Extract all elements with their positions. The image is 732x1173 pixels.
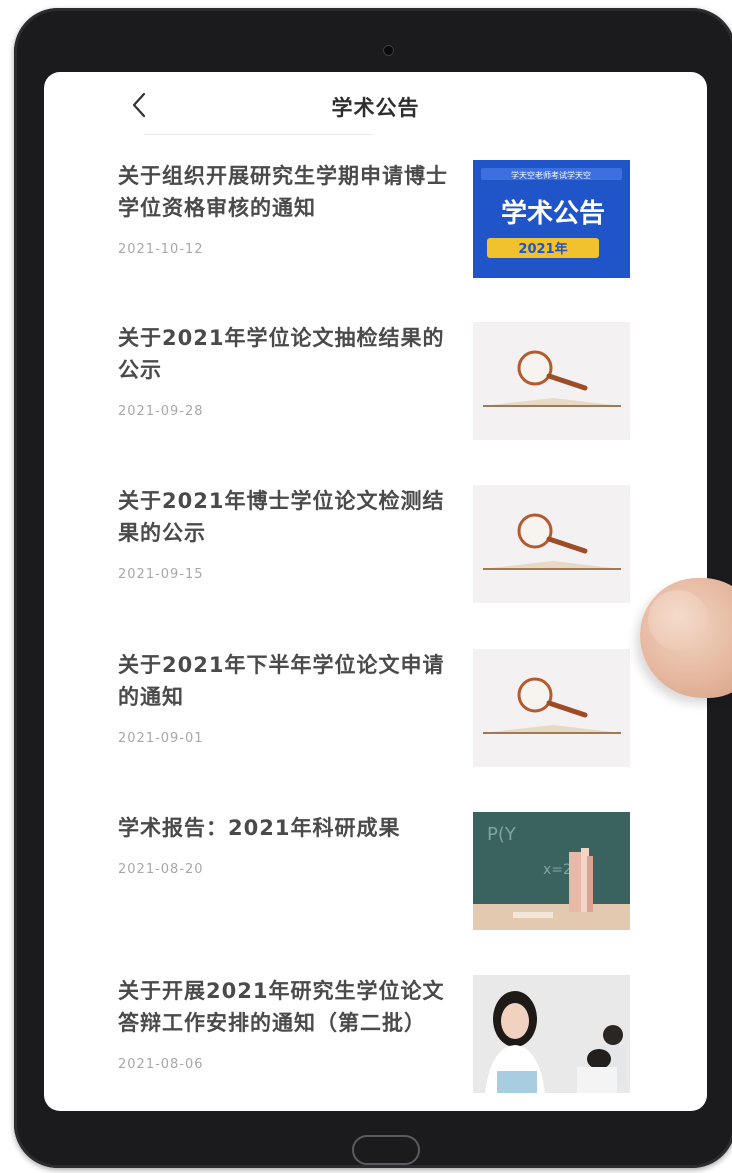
article-thumbnail: 学天空老师考试学天空 学术公告 2021年 — [473, 160, 630, 278]
article-date: 2021-08-20 — [118, 862, 204, 877]
thumb-top-text: 学天空老师考试学天空 — [511, 170, 591, 180]
svg-text:P(Y: P(Y — [487, 824, 517, 845]
article-date: 2021-10-12 — [118, 242, 204, 257]
list-item[interactable]: 关于2021年博士学位论文检测结果的公示 2021-09-15 — [118, 485, 633, 605]
article-title: 关于2021年学位论文抽检结果的公示 — [118, 326, 445, 382]
list-item[interactable]: 学术报告：2021年科研成果 2021-08-20 P(Y x=2 — [118, 812, 633, 932]
article-date: 2021-09-28 — [118, 404, 204, 419]
svg-text:x=2: x=2 — [543, 862, 572, 878]
article-thumbnail — [473, 322, 630, 440]
list-item[interactable]: 关于开展2021年研究生学位论文答辩工作安排的通知（第二批） 2021-08-0… — [118, 975, 633, 1095]
article-title: 学术报告：2021年科研成果 — [118, 816, 401, 840]
list-item[interactable]: 关于组织开展研究生学期申请博士学位资格审核的通知 2021-10-12 学天空老… — [118, 160, 633, 280]
header: 学术公告 — [44, 72, 707, 138]
header-divider — [144, 134, 374, 135]
finger-highlight — [648, 590, 708, 650]
article-thumbnail — [473, 649, 630, 767]
article-date: 2021-09-15 — [118, 567, 204, 582]
front-camera — [383, 45, 394, 56]
article-title: 关于2021年博士学位论文检测结果的公示 — [118, 489, 445, 545]
screen: 学术公告 关于组织开展研究生学期申请博士学位资格审核的通知 2021-10-12… — [44, 72, 707, 1111]
page-title: 学术公告 — [331, 96, 420, 120]
article-thumbnail: P(Y x=2 — [473, 812, 630, 930]
thumb-main-text: 学术公告 — [501, 198, 605, 229]
article-title: 关于2021年下半年学位论文申请的通知 — [118, 653, 445, 709]
article-title: 关于组织开展研究生学期申请博士学位资格审核的通知 — [118, 164, 448, 220]
article-date: 2021-09-01 — [118, 731, 204, 746]
thumb-badge-text: 2021年 — [518, 241, 567, 257]
article-title: 关于开展2021年研究生学位论文答辩工作安排的通知（第二批） — [118, 979, 445, 1035]
list-item[interactable]: 关于2021年学位论文抽检结果的公示 2021-09-28 — [118, 322, 633, 442]
home-button[interactable] — [352, 1135, 420, 1165]
article-thumbnail — [473, 485, 630, 603]
article-thumbnail — [473, 975, 630, 1093]
article-date: 2021-08-06 — [118, 1057, 204, 1072]
list-item[interactable]: 关于2021年下半年学位论文申请的通知 2021-09-01 — [118, 649, 633, 769]
